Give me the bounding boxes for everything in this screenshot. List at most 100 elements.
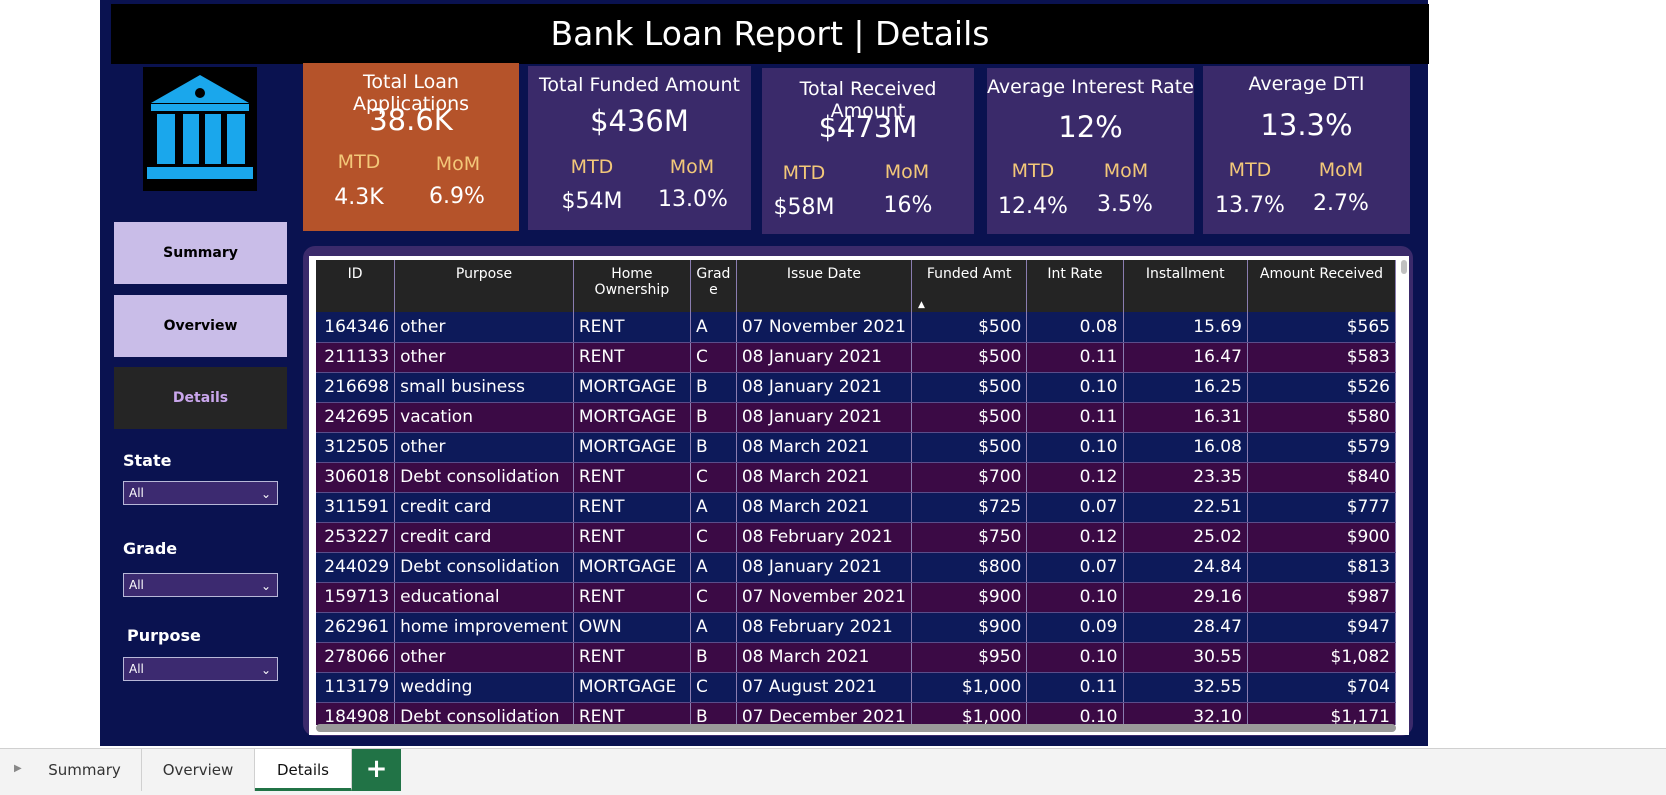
table-row[interactable]: 211133 other RENT C 08 January 2021 $500 0.11 1… — [316, 342, 1396, 373]
kpi-card-total-loan-applications: Total Loan Applications 38.6K MTD MoM 4.… — [303, 63, 519, 231]
table-row[interactable]: 216698 small business MORTGAGE B 08 January … — [316, 372, 1396, 403]
table-cell: 253227 — [316, 522, 396, 553]
table-row[interactable]: 278066 other RENT B 08 March 2021 $950 0.10 30.… — [316, 642, 1396, 673]
report-canvas: Bank Loan Report | Details Total Loan Ap… — [100, 0, 1429, 746]
table-cell: other — [394, 642, 574, 673]
kpi-mom-label: MoM — [1318, 159, 1364, 181]
table-cell: 08 March 2021 — [736, 492, 912, 523]
table-cell: $947 — [1247, 612, 1396, 643]
column-header-amount-received[interactable]: Amount Received — [1247, 260, 1396, 312]
table-row[interactable]: 164346 other RENT A 07 November 2021 $500 0.08… — [316, 312, 1396, 343]
kpi-value: $473M — [818, 110, 918, 144]
table-cell: 0.11 — [1026, 672, 1124, 703]
nav-summary-button[interactable]: Summary — [114, 222, 287, 284]
table-cell: home improvement — [394, 612, 574, 643]
table-cell: $1,000 — [911, 702, 1028, 725]
nav-details-button[interactable]: Details — [114, 367, 287, 429]
column-header-home-ownership[interactable]: Home Ownership — [573, 260, 691, 312]
column-header-funded-amt[interactable]: Funded Amt ▲ — [911, 260, 1028, 312]
table-cell: $700 — [911, 462, 1028, 493]
table-cell: 278066 — [316, 642, 396, 673]
sheet-tab-bar: ▶ Summary Overview Details + — [0, 748, 1666, 795]
table-cell: 29.16 — [1123, 582, 1248, 613]
table-cell: OWN — [573, 612, 691, 643]
table-row[interactable]: 159713 educational RENT C 07 November 2021 $9… — [316, 582, 1396, 613]
column-header-int-rate[interactable]: Int Rate — [1026, 260, 1124, 312]
horizontal-scrollbar[interactable] — [316, 724, 1396, 732]
kpi-mom-value: 6.9% — [429, 184, 485, 209]
add-sheet-button[interactable]: + — [352, 749, 401, 791]
table-cell: $900 — [911, 582, 1028, 613]
table-cell: other — [394, 432, 574, 463]
table-cell: 211133 — [316, 342, 396, 373]
table-cell: 23.35 — [1123, 462, 1248, 493]
state-slicer-dropdown[interactable]: All ⌄ — [123, 481, 278, 505]
table-row[interactable]: 184908 Debt consolidation RENT B 07 December… — [316, 702, 1396, 725]
table-cell: A — [690, 312, 737, 343]
table-row[interactable]: 113179 wedding MORTGAGE C 07 August 2021 $1,0… — [316, 672, 1396, 703]
table-cell: credit card — [394, 522, 574, 553]
table-cell: RENT — [573, 312, 691, 343]
table-cell: vacation — [394, 402, 574, 433]
state-slicer-value: All — [129, 486, 144, 500]
column-header-grade[interactable]: Grad e — [690, 260, 737, 312]
table-cell: educational — [394, 582, 574, 613]
kpi-card-total-funded-amount: Total Funded Amount $436M MTD MoM $54M 1… — [528, 66, 751, 230]
table-cell: RENT — [573, 522, 691, 553]
table-cell: 22.51 — [1123, 492, 1248, 523]
table-header-row: ID Purpose Home Ownership Grad e Issue D… — [316, 260, 1396, 312]
table-cell: $1,000 — [911, 672, 1028, 703]
sheet-tab-overview[interactable]: Overview — [142, 749, 255, 791]
sheet-tab-summary[interactable]: Summary — [28, 749, 142, 791]
column-header-issue-date[interactable]: Issue Date — [736, 260, 912, 312]
purpose-slicer-label: Purpose — [127, 626, 201, 645]
table-cell: A — [690, 552, 737, 583]
table-cell: 07 December 2021 — [736, 702, 912, 725]
table-row[interactable]: 311591 credit card RENT A 08 March 2021 $725 0… — [316, 492, 1396, 523]
table-cell: 262961 — [316, 612, 396, 643]
table-cell: MORTGAGE — [573, 672, 691, 703]
chevron-down-icon: ⌄ — [260, 663, 271, 677]
table-row[interactable]: 244029 Debt consolidation MORTGAGE A 08 Janu… — [316, 552, 1396, 583]
table-cell: 32.10 — [1123, 702, 1248, 725]
table-cell: 242695 — [316, 402, 396, 433]
nav-overview-button[interactable]: Overview — [114, 295, 287, 357]
grade-slicer-dropdown[interactable]: All ⌄ — [123, 573, 278, 597]
table-cell: other — [394, 342, 574, 373]
kpi-mom-value: 2.7% — [1313, 191, 1369, 216]
table-cell: 0.10 — [1026, 702, 1124, 725]
table-cell: B — [690, 402, 737, 433]
kpi-mom-label: MoM — [435, 153, 481, 175]
table-cell: C — [690, 522, 737, 553]
column-header-purpose[interactable]: Purpose — [394, 260, 574, 312]
scroll-left-icon[interactable]: ▶ — [14, 763, 22, 774]
table-cell: 07 August 2021 — [736, 672, 912, 703]
table-cell: 164346 — [316, 312, 396, 343]
table-cell: $565 — [1247, 312, 1396, 343]
table-row[interactable]: 312505 other MORTGAGE B 08 March 2021 $500 0.1… — [316, 432, 1396, 463]
column-header-installment[interactable]: Installment — [1123, 260, 1248, 312]
column-header-id[interactable]: ID — [316, 260, 396, 312]
table-cell: $500 — [911, 402, 1028, 433]
table-row[interactable]: 262961 home improvement OWN A 08 February 20… — [316, 612, 1396, 643]
table-cell: 25.02 — [1123, 522, 1248, 553]
kpi-value: 38.6K — [369, 103, 453, 137]
purpose-slicer-dropdown[interactable]: All ⌄ — [123, 657, 278, 681]
table-cell: 08 February 2021 — [736, 522, 912, 553]
table-cell: 0.11 — [1026, 342, 1124, 373]
table-cell: 113179 — [316, 672, 396, 703]
sheet-tab-details[interactable]: Details — [255, 749, 352, 791]
table-row[interactable]: 253227 credit card RENT C 08 February 2021 $7… — [316, 522, 1396, 553]
table-row[interactable]: 242695 vacation MORTGAGE B 08 January 2021 $5… — [316, 402, 1396, 433]
table-cell: 0.07 — [1026, 492, 1124, 523]
chevron-down-icon: ⌄ — [260, 579, 271, 593]
vertical-scrollbar[interactable] — [1401, 260, 1407, 274]
table-cell: $1,171 — [1247, 702, 1396, 725]
details-table-scroll-area[interactable]: ID Purpose Home Ownership Grad e Issue D… — [316, 260, 1396, 725]
table-cell: $800 — [911, 552, 1028, 583]
table-cell: 08 January 2021 — [736, 372, 912, 403]
chevron-down-icon: ⌄ — [260, 487, 271, 501]
table-row[interactable]: 306018 Debt consolidation RENT C 08 March 20… — [316, 462, 1396, 493]
table-cell: C — [690, 672, 737, 703]
table-cell: 0.07 — [1026, 552, 1124, 583]
